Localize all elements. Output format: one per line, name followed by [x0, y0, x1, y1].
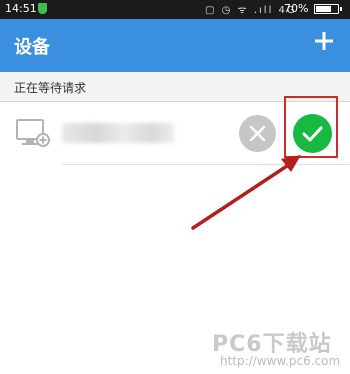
watermark-url: http://www.pc6.com: [220, 354, 341, 368]
annotation-arrow: [191, 155, 301, 230]
